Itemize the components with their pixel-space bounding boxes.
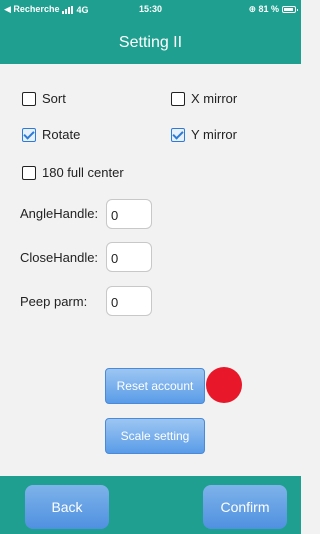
angle-handle-label: AngleHandle: xyxy=(20,206,99,221)
close-handle-input[interactable]: 0 xyxy=(106,242,152,272)
sort-label: Sort xyxy=(42,91,66,106)
rotate-checkbox[interactable]: Rotate xyxy=(22,127,80,142)
rotate-label: Rotate xyxy=(42,127,81,142)
scale-setting-button[interactable]: Scale setting xyxy=(105,418,205,454)
close-handle-label: CloseHandle: xyxy=(20,250,99,265)
y-mirror-label: Y mirror xyxy=(191,127,237,142)
back-button[interactable]: Back xyxy=(25,485,109,529)
full-center-label: 180 full center xyxy=(42,165,124,180)
peep-parm-input[interactable]: 0 xyxy=(106,286,152,316)
peep-parm-label: Peep parm: xyxy=(20,294,88,309)
app-header: ◀ Recherche 4G 15:30 ⊕ 81 % Setting II xyxy=(0,0,301,64)
checkbox-icon xyxy=(22,91,36,106)
reset-account-button[interactable]: Reset account xyxy=(105,368,205,404)
page-title: Setting II xyxy=(118,34,183,51)
checkbox-icon xyxy=(171,91,185,106)
battery-label: ⊕ 81 % xyxy=(248,4,279,14)
touch-marker xyxy=(206,367,242,403)
x-mirror-label: X mirror xyxy=(191,91,238,106)
checkbox-checked-icon xyxy=(171,127,185,142)
sort-checkbox[interactable]: Sort xyxy=(22,91,66,106)
status-bar: ◀ Recherche 4G 15:30 ⊕ 81 % xyxy=(0,4,301,20)
confirm-button[interactable]: Confirm xyxy=(203,485,287,529)
y-mirror-checkbox[interactable]: Y mirror xyxy=(171,127,237,142)
battery-icon xyxy=(282,6,298,13)
footer-bar: Back Confirm xyxy=(0,476,301,534)
full-center-checkbox[interactable]: 180 full center xyxy=(22,165,124,180)
angle-handle-input[interactable]: 0 xyxy=(106,199,152,229)
checkbox-checked-icon xyxy=(22,127,36,142)
x-mirror-checkbox[interactable]: X mirror xyxy=(171,91,237,106)
checkbox-icon xyxy=(22,165,36,180)
